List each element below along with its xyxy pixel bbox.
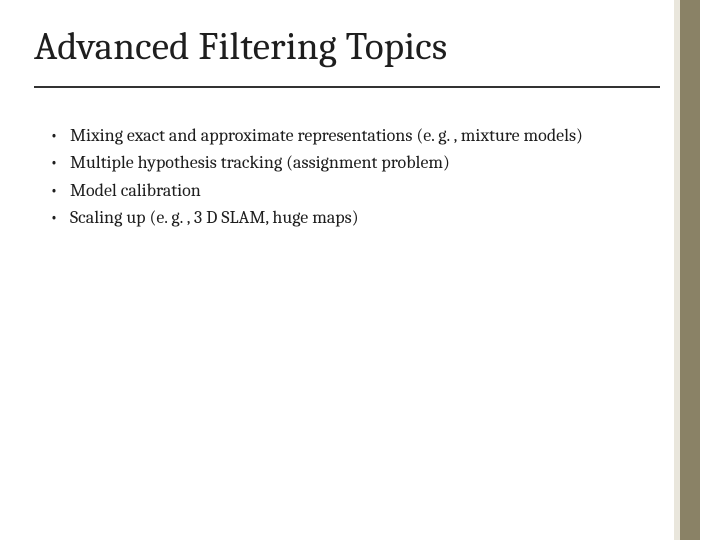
side-accent-band — [674, 0, 700, 540]
slide-body: Mixing exact and approximate representat… — [50, 124, 630, 233]
slide-title: Advanced Filtering Topics — [34, 24, 650, 69]
title-underline — [34, 86, 660, 88]
list-item: Scaling up (e. g. , 3 D SLAM, huge maps) — [50, 206, 630, 230]
list-item: Mixing exact and approximate representat… — [50, 124, 630, 148]
slide: Advanced Filtering Topics Mixing exact a… — [0, 0, 720, 540]
list-item: Model calibration — [50, 179, 630, 203]
bullet-list: Mixing exact and approximate representat… — [50, 124, 630, 230]
list-item: Multiple hypothesis tracking (assignment… — [50, 151, 630, 175]
